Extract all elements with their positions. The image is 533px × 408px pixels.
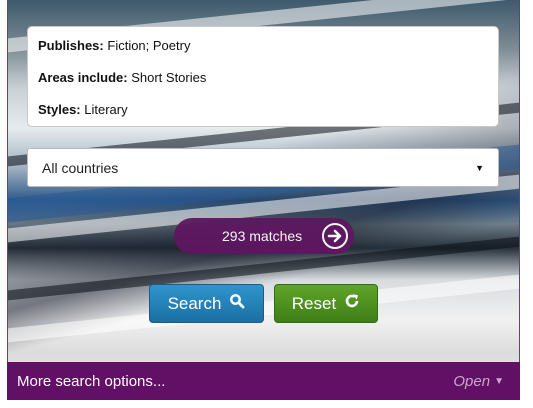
reset-button[interactable]: Reset: [274, 284, 378, 323]
matches-label: 293 matches: [222, 228, 303, 244]
more-options-bar[interactable]: More search options... Open ▼: [7, 362, 520, 400]
more-options-link[interactable]: More search options...: [17, 373, 165, 390]
search-icon: [229, 293, 245, 314]
search-button-label: Search: [167, 293, 222, 313]
areas-label: Areas include:: [38, 70, 128, 85]
publishes-row: Publishes: Fiction; Poetry: [38, 37, 488, 69]
country-select[interactable]: All countries ▼: [27, 148, 499, 187]
search-button[interactable]: Search: [149, 284, 264, 323]
reset-button-label: Reset: [291, 293, 337, 313]
styles-value: Literary: [84, 102, 128, 117]
matches-button[interactable]: 293 matches: [174, 218, 354, 254]
selected-filters-box: Publishes: Fiction; Poetry Areas include…: [27, 26, 499, 127]
caret-down-icon: ▼: [494, 375, 504, 387]
areas-value: Short Stories: [131, 70, 207, 85]
chevron-down-icon: ▼: [475, 162, 484, 173]
areas-row: Areas include: Short Stories: [38, 69, 488, 101]
publishes-label: Publishes:: [38, 38, 104, 53]
publishes-value: Fiction; Poetry: [107, 38, 191, 53]
styles-row: Styles: Literary: [38, 101, 488, 133]
country-select-value: All countries: [42, 159, 119, 176]
open-label: Open: [453, 372, 491, 390]
arrow-right-circle-icon: [322, 223, 348, 249]
styles-label: Styles:: [38, 102, 81, 117]
open-toggle[interactable]: Open ▼: [453, 373, 504, 390]
refresh-icon: [344, 293, 360, 314]
